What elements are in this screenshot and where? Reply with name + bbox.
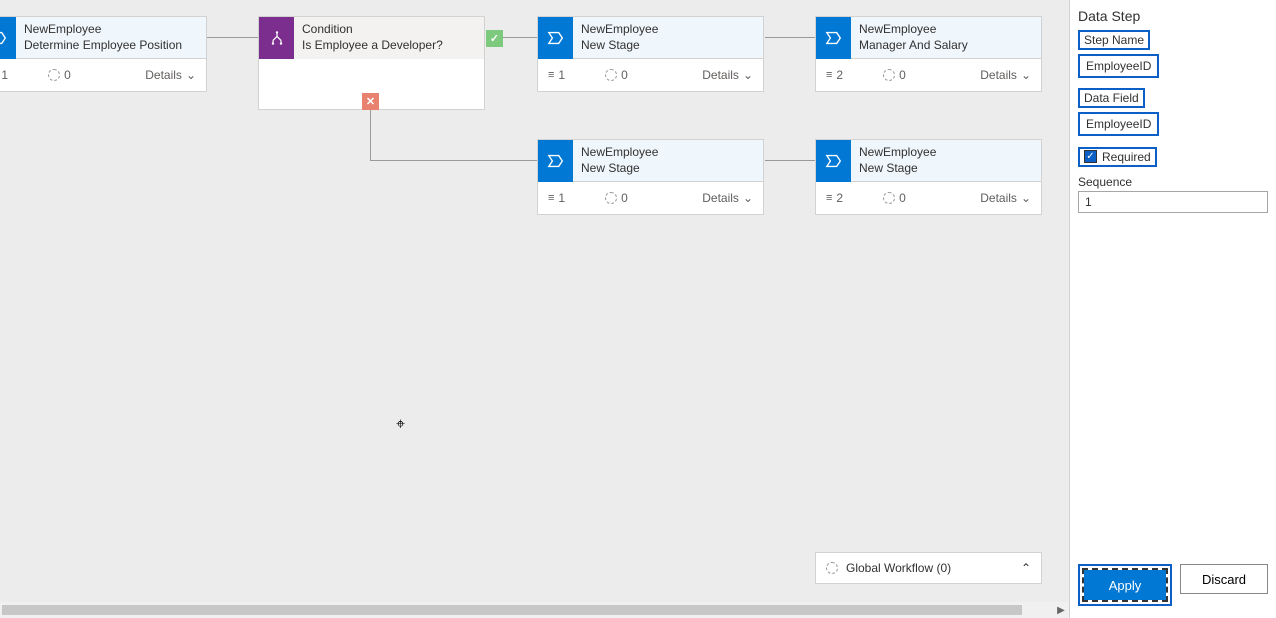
apply-button[interactable]: Apply bbox=[1084, 570, 1166, 600]
condition-icon bbox=[259, 17, 294, 59]
pending-icon bbox=[605, 69, 617, 81]
node-entity: NewEmployee bbox=[859, 145, 936, 161]
pending-count: 0 bbox=[621, 191, 628, 205]
chevron-down-icon: ⌄ bbox=[1021, 68, 1031, 82]
pending-icon bbox=[605, 192, 617, 204]
checkbox-icon: ✓ bbox=[1084, 150, 1097, 163]
steps-count: 1 bbox=[558, 191, 565, 205]
steps-icon: ≡ bbox=[548, 69, 554, 81]
required-label: Required bbox=[1102, 150, 1151, 164]
node-title: Determine Employee Position bbox=[24, 38, 182, 54]
stage-icon bbox=[0, 17, 16, 59]
node-title: New Stage bbox=[859, 161, 936, 177]
steps-count: 1 bbox=[558, 68, 565, 82]
node-entity: NewEmployee bbox=[24, 22, 182, 38]
connector bbox=[370, 160, 537, 161]
step-name-input[interactable]: EmployeeID bbox=[1078, 54, 1159, 78]
details-label: Details bbox=[145, 68, 182, 82]
global-workflow-label: Global Workflow (0) bbox=[846, 561, 951, 575]
data-field-label: Data Field bbox=[1078, 88, 1145, 108]
pending-count: 0 bbox=[899, 191, 906, 205]
connector bbox=[370, 110, 371, 160]
chevron-up-icon: ⌃ bbox=[1021, 561, 1031, 575]
step-name-label: Step Name bbox=[1078, 30, 1150, 50]
stage-node-manager-salary[interactable]: NewEmployee Manager And Salary ≡ 2 0 Deta… bbox=[815, 16, 1042, 92]
stage-node-new-stage-right[interactable]: NewEmployee New Stage ≡ 2 0 Details ⌄ bbox=[815, 139, 1042, 215]
stage-node-new-stage-top[interactable]: NewEmployee New Stage ≡ 1 0 Details ⌄ bbox=[537, 16, 764, 92]
connector bbox=[498, 37, 537, 38]
connector bbox=[206, 37, 258, 38]
steps-icon: ≡ bbox=[826, 192, 832, 204]
node-entity: NewEmployee bbox=[581, 22, 658, 38]
details-label: Details bbox=[702, 68, 739, 82]
details-button[interactable]: Details ⌄ bbox=[145, 68, 196, 82]
chevron-down-icon: ⌄ bbox=[1021, 191, 1031, 205]
pending-icon bbox=[48, 69, 60, 81]
steps-icon: ≡ bbox=[826, 69, 832, 81]
cursor-icon: ⌖ bbox=[396, 416, 405, 434]
details-label: Details bbox=[980, 68, 1017, 82]
chevron-down-icon: ⌄ bbox=[743, 68, 753, 82]
data-field-input[interactable]: EmployeeID bbox=[1078, 112, 1159, 136]
sequence-input[interactable] bbox=[1078, 191, 1268, 213]
stage-icon bbox=[538, 17, 573, 59]
stage-icon bbox=[538, 140, 573, 182]
node-title: Manager And Salary bbox=[859, 38, 968, 54]
stage-icon bbox=[816, 140, 851, 182]
pending-count: 0 bbox=[899, 68, 906, 82]
details-button[interactable]: Details ⌄ bbox=[702, 191, 753, 205]
stage-icon bbox=[816, 17, 851, 59]
global-workflow-bar[interactable]: Global Workflow (0) ⌃ bbox=[815, 552, 1042, 584]
stage-node-determine-position[interactable]: NewEmployee Determine Employee Position … bbox=[0, 16, 207, 92]
details-label: Details bbox=[702, 191, 739, 205]
panel-title: Data Step bbox=[1078, 8, 1268, 24]
steps-count: 2 bbox=[836, 68, 843, 82]
node-entity: NewEmployee bbox=[581, 145, 658, 161]
node-title: New Stage bbox=[581, 38, 658, 54]
node-title: New Stage bbox=[581, 161, 658, 177]
node-title: Is Employee a Developer? bbox=[302, 38, 443, 54]
node-entity: Condition bbox=[302, 22, 443, 38]
scroll-right-icon[interactable]: ▶ bbox=[1053, 602, 1069, 618]
horizontal-scrollbar[interactable]: ▶ bbox=[0, 602, 1069, 618]
details-button[interactable]: Details ⌄ bbox=[702, 68, 753, 82]
details-button[interactable]: Details ⌄ bbox=[980, 68, 1031, 82]
connector bbox=[765, 160, 815, 161]
chevron-down-icon: ⌄ bbox=[186, 68, 196, 82]
chevron-down-icon: ⌄ bbox=[743, 191, 753, 205]
scroll-thumb[interactable] bbox=[2, 605, 1022, 615]
stage-node-new-stage-left[interactable]: NewEmployee New Stage ≡ 1 0 Details ⌄ bbox=[537, 139, 764, 215]
condition-false-badge: ✕ bbox=[362, 93, 379, 110]
steps-count: 2 bbox=[836, 191, 843, 205]
required-checkbox[interactable]: ✓ Required bbox=[1078, 147, 1157, 167]
workflow-canvas[interactable]: NewEmployee Determine Employee Position … bbox=[0, 0, 1069, 618]
pending-icon bbox=[883, 69, 895, 81]
details-button[interactable]: Details ⌄ bbox=[980, 191, 1031, 205]
pending-icon bbox=[883, 192, 895, 204]
steps-icon: ≡ bbox=[548, 192, 554, 204]
sequence-label: Sequence bbox=[1078, 175, 1268, 189]
steps-count: 1 bbox=[1, 68, 8, 82]
pending-count: 0 bbox=[64, 68, 71, 82]
connector bbox=[765, 37, 815, 38]
workflow-icon bbox=[826, 562, 838, 574]
condition-true-badge: ✓ bbox=[486, 30, 503, 47]
property-panel: Data Step Step Name EmployeeID Data Fiel… bbox=[1069, 0, 1276, 618]
node-entity: NewEmployee bbox=[859, 22, 968, 38]
discard-button[interactable]: Discard bbox=[1180, 564, 1268, 594]
details-label: Details bbox=[980, 191, 1017, 205]
pending-count: 0 bbox=[621, 68, 628, 82]
